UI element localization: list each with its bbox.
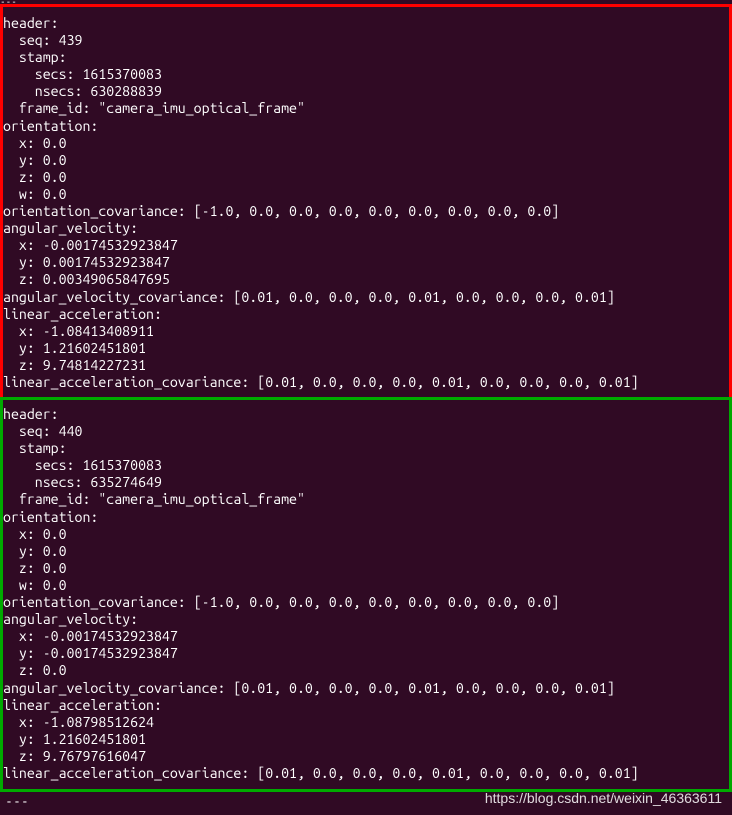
angvel-cov-line: angular_velocity_covariance: [0.01, 0.0,…	[3, 680, 615, 696]
orientation-x: x: 0.0	[3, 526, 67, 542]
linacc-y: y: 1.21602451801	[3, 340, 146, 356]
angvel-x: x: -0.00174532923847	[3, 237, 178, 253]
imu-message-2: header: seq: 440 stamp: secs: 1615370083…	[0, 397, 732, 792]
linacc-x: x: -1.08413408911	[3, 323, 154, 339]
seq-line: seq: 439	[3, 32, 82, 48]
orientation-x: x: 0.0	[3, 135, 67, 151]
angvel-y: y: -0.00174532923847	[3, 645, 178, 661]
secs-line: secs: 1615370083	[3, 66, 162, 82]
imu-message-2-content: header: seq: 440 stamp: secs: 1615370083…	[3, 406, 729, 789]
linacc-cov-line: linear_acceleration_covariance: [0.01, 0…	[3, 765, 639, 781]
csdn-watermark: https://blog.csdn.net/weixin_46363611	[485, 790, 722, 807]
linacc-z: z: 9.76797616047	[3, 748, 146, 764]
orientation-cov-line: orientation_covariance: [-1.0, 0.0, 0.0,…	[3, 594, 559, 610]
imu-message-1: header: seq: 439 stamp: secs: 1615370083…	[0, 4, 732, 400]
terminal-window[interactable]: --- header: seq: 439 stamp: secs: 161537…	[0, 0, 732, 815]
angvel-y: y: 0.00174532923847	[3, 254, 170, 270]
angvel-x: x: -0.00174532923847	[3, 628, 178, 644]
orientation-z: z: 0.0	[3, 560, 67, 576]
nsecs-line: nsecs: 630288839	[3, 83, 162, 99]
stamp-label: stamp:	[3, 440, 67, 456]
orientation-cov-line: orientation_covariance: [-1.0, 0.0, 0.0,…	[3, 203, 559, 219]
linacc-y: y: 1.21602451801	[3, 731, 146, 747]
secs-line: secs: 1615370083	[3, 457, 162, 473]
orientation-label: orientation:	[3, 509, 98, 525]
angvel-z: z: 0.0	[3, 662, 67, 678]
linacc-label: linear_acceleration:	[3, 306, 162, 322]
stamp-label: stamp:	[3, 49, 67, 65]
nsecs-line: nsecs: 635274649	[3, 474, 162, 490]
frame-id-line: frame_id: "camera_imu_optical_frame"	[3, 100, 305, 116]
linacc-cov-line: linear_acceleration_covariance: [0.01, 0…	[3, 374, 639, 390]
header-label: header:	[3, 15, 59, 31]
orientation-z: z: 0.0	[3, 169, 67, 185]
orientation-label: orientation:	[3, 118, 98, 134]
frame-id-line: frame_id: "camera_imu_optical_frame"	[3, 491, 305, 507]
angvel-z: z: 0.00349065847695	[3, 271, 170, 287]
linacc-z: z: 9.74814227231	[3, 357, 146, 373]
orientation-w: w: 0.0	[3, 577, 67, 593]
orientation-y: y: 0.0	[3, 543, 67, 559]
linacc-x: x: -1.08798512624	[3, 714, 154, 730]
seq-line: seq: 440	[3, 423, 82, 439]
orientation-y: y: 0.0	[3, 152, 67, 168]
angvel-label: angular_velocity:	[3, 220, 138, 236]
angvel-cov-line: angular_velocity_covariance: [0.01, 0.0,…	[3, 289, 615, 305]
imu-message-1-content: header: seq: 439 stamp: secs: 1615370083…	[3, 15, 729, 397]
header-label: header:	[3, 406, 59, 422]
linacc-label: linear_acceleration:	[3, 697, 162, 713]
angvel-label: angular_velocity:	[3, 611, 138, 627]
orientation-w: w: 0.0	[3, 186, 67, 202]
